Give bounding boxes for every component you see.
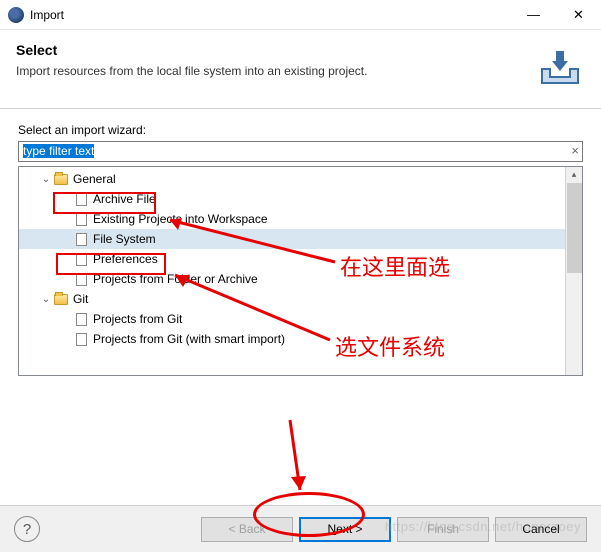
file-icon — [73, 211, 89, 227]
wizard-label: Select an import wizard: — [18, 123, 583, 137]
tree-item[interactable]: File System — [19, 229, 582, 249]
page-title: Select — [16, 42, 535, 58]
tree-item-label: Git — [73, 292, 88, 306]
tree-folder[interactable]: ⌄ General — [19, 169, 582, 189]
wizard-tree: ⌄ General Archive File Existing Projects in… — [18, 166, 583, 376]
next-button[interactable]: Next > — [299, 517, 391, 542]
dialog-header: Select Import resources from the local f… — [0, 30, 601, 109]
clear-filter-icon[interactable]: × — [571, 143, 579, 158]
tree-folder[interactable]: ⌄ Git — [19, 289, 582, 309]
tree-item[interactable]: Archive File — [19, 189, 582, 209]
tree-item[interactable]: Projects from Git (with smart import) — [19, 329, 582, 349]
tree-item-label: Projects from Folder or Archive — [93, 272, 258, 286]
import-banner-icon — [535, 42, 585, 92]
file-icon — [73, 271, 89, 287]
expander-icon[interactable]: ⌄ — [39, 174, 53, 185]
tree-item-label: Archive File — [93, 192, 156, 206]
tree-item[interactable]: Projects from Folder or Archive — [19, 269, 582, 289]
filter-input[interactable]: type filter text — [18, 141, 583, 162]
tree-item-label: Projects from Git (with smart import) — [93, 332, 285, 346]
folder-icon — [53, 291, 69, 307]
file-icon — [73, 251, 89, 267]
content-area: Select an import wizard: type filter tex… — [0, 109, 601, 384]
app-icon — [8, 7, 24, 23]
file-icon — [73, 311, 89, 327]
file-icon — [73, 231, 89, 247]
file-icon — [73, 331, 89, 347]
tree-item-label: File System — [93, 232, 156, 246]
tree-item[interactable]: Existing Projects into Workspace — [19, 209, 582, 229]
tree-item[interactable]: Preferences — [19, 249, 582, 269]
close-button[interactable]: ✕ — [556, 0, 601, 30]
tree-item[interactable]: Projects from Git — [19, 309, 582, 329]
expander-icon[interactable]: ⌄ — [39, 294, 53, 305]
folder-icon — [53, 171, 69, 187]
help-button[interactable]: ? — [14, 516, 40, 542]
tree-item-label: Projects from Git — [93, 312, 182, 326]
scroll-up-icon[interactable]: ▴ — [566, 167, 582, 182]
watermark: https://blog.csdn.net/honorzoey — [385, 519, 581, 534]
tree-item-label: Preferences — [93, 252, 158, 266]
scroll-thumb[interactable] — [567, 183, 582, 273]
minimize-button[interactable]: — — [511, 0, 556, 30]
file-icon — [73, 191, 89, 207]
back-button[interactable]: < Back — [201, 517, 293, 542]
page-description: Import resources from the local file sys… — [16, 64, 535, 78]
window-title: Import — [30, 8, 511, 22]
scrollbar[interactable]: ▴ — [565, 167, 582, 375]
tree-item-label: Existing Projects into Workspace — [93, 212, 268, 226]
tree-item-label: General — [73, 172, 116, 186]
titlebar: Import — ✕ — [0, 0, 601, 30]
